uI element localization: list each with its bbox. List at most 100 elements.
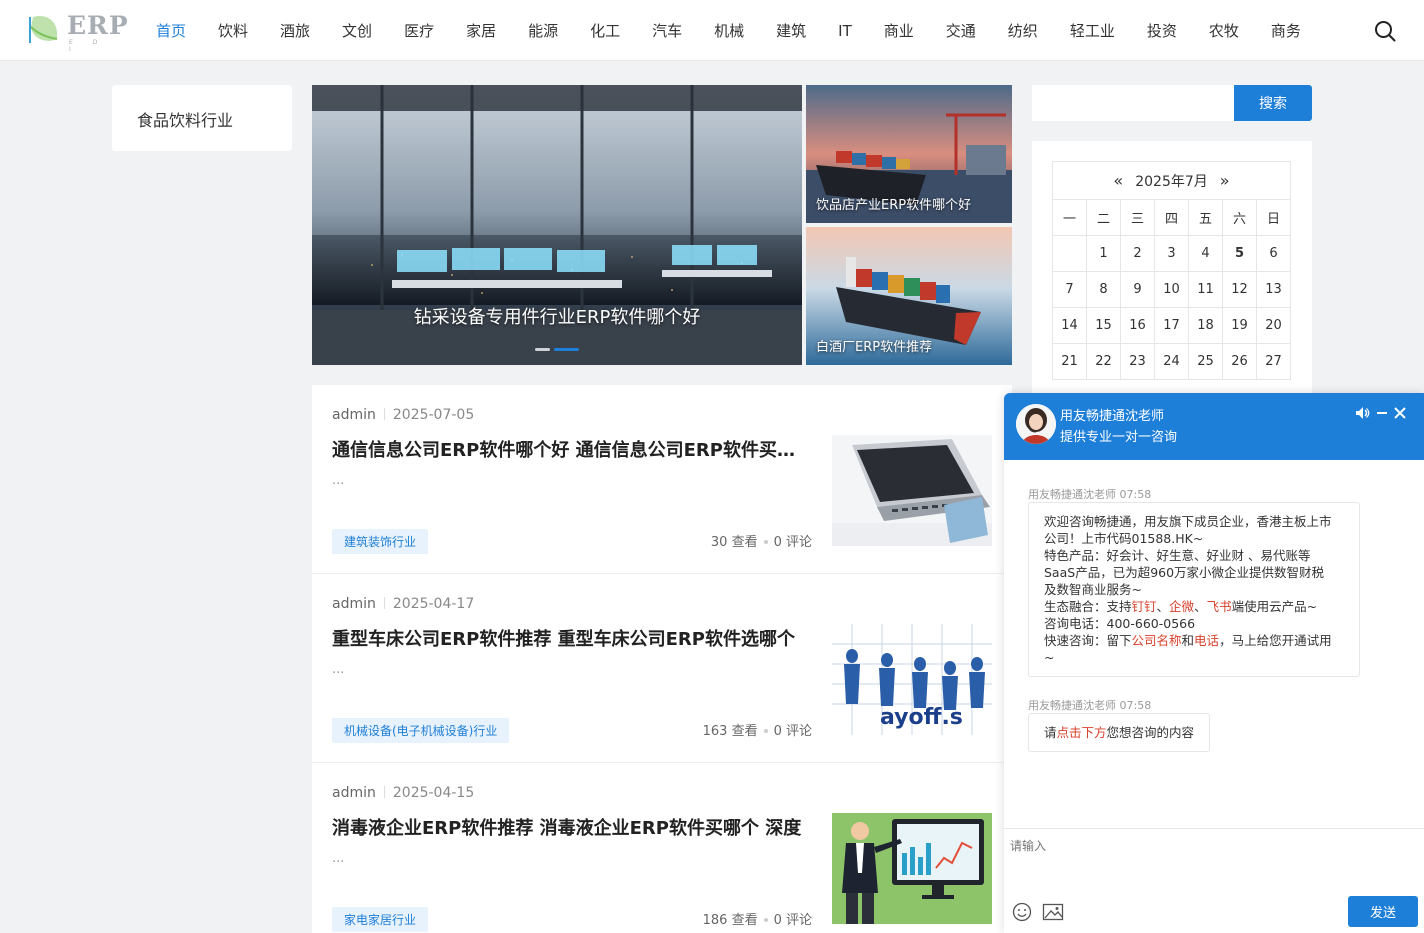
- nav-item-12[interactable]: 商业: [868, 20, 930, 41]
- nav-item-5[interactable]: 家居: [450, 20, 512, 41]
- side-card-1[interactable]: 饮品店产业ERP软件哪个好: [806, 85, 1012, 223]
- message-highlight[interactable]: 钉钉: [1132, 599, 1157, 614]
- calendar-day[interactable]: 18: [1188, 307, 1223, 344]
- post-tag[interactable]: 建筑装饰行业: [332, 529, 429, 554]
- post-thumbnail[interactable]: [832, 813, 992, 924]
- calendar-day[interactable]: 19: [1222, 307, 1257, 344]
- slider-dot-1[interactable]: [535, 348, 550, 351]
- post-author[interactable]: admin: [332, 407, 376, 423]
- nav-item-16[interactable]: 投资: [1131, 20, 1193, 41]
- message-line: 及数智商业服务~: [1044, 581, 1344, 598]
- side-card-2-caption[interactable]: 白酒厂ERP软件推荐: [816, 336, 932, 355]
- calendar-day[interactable]: 11: [1188, 271, 1223, 308]
- emoji-icon[interactable]: [1012, 902, 1032, 922]
- calendar-prev-month[interactable]: «: [1101, 171, 1135, 190]
- nav-item-3[interactable]: 文创: [326, 20, 388, 41]
- logo-subtext: E D I: [69, 39, 107, 53]
- calendar-day[interactable]: 27: [1256, 343, 1291, 380]
- nav-item-7[interactable]: 化工: [574, 20, 636, 41]
- calendar-day[interactable]: 13: [1256, 271, 1291, 308]
- calendar-day[interactable]: 6: [1256, 235, 1291, 272]
- nav-item-9[interactable]: 机械: [698, 20, 760, 41]
- calendar-next-month[interactable]: »: [1208, 171, 1242, 190]
- calendar-day[interactable]: 14: [1052, 307, 1087, 344]
- calendar-day[interactable]: 12: [1222, 271, 1257, 308]
- post-title[interactable]: 消毒液企业ERP软件推荐 消毒液企业ERP软件买哪个 深度: [332, 814, 812, 840]
- nav-item-8[interactable]: 汽车: [636, 20, 698, 41]
- featured-slider[interactable]: 钻采设备专用件行业ERP软件哪个好: [312, 85, 802, 365]
- calendar-day[interactable]: 4: [1188, 235, 1223, 272]
- close-icon[interactable]: [1392, 405, 1408, 421]
- calendar-day[interactable]: 7: [1052, 271, 1087, 308]
- calendar-day[interactable]: 21: [1052, 343, 1087, 380]
- calendar-day[interactable]: 24: [1154, 343, 1189, 380]
- site-logo[interactable]: ERP E D I: [27, 11, 128, 53]
- calendar-day[interactable]: 5: [1222, 235, 1257, 272]
- calendar-day[interactable]: 22: [1086, 343, 1121, 380]
- calendar-day[interactable]: 25: [1188, 343, 1223, 380]
- image-upload-icon[interactable]: [1042, 902, 1064, 922]
- post-title[interactable]: 重型车床公司ERP软件推荐 重型车床公司ERP软件选哪个: [332, 625, 812, 651]
- slider-dot-2-active[interactable]: [554, 348, 579, 351]
- nav-item-18[interactable]: 商务: [1255, 20, 1317, 41]
- calendar-day[interactable]: 23: [1120, 343, 1155, 380]
- chat-message-input[interactable]: [1004, 829, 1424, 889]
- calendar-day[interactable]: 20: [1256, 307, 1291, 344]
- nav-item-2[interactable]: 酒旅: [264, 20, 326, 41]
- calendar-weekday: 二: [1086, 199, 1121, 236]
- calendar-day[interactable]: 17: [1154, 307, 1189, 344]
- post-tag[interactable]: 机械设备(电子机械设备)行业: [332, 718, 510, 743]
- category-box[interactable]: 食品饮料行业: [112, 85, 292, 151]
- calendar-day[interactable]: 15: [1086, 307, 1121, 344]
- calendar-day[interactable]: 1: [1086, 235, 1121, 272]
- calendar-widget: «2025年7月» 一二三四五六日 1 2 3 4 5 6 7 8 9 10 11 12 13 14 15 1…: [1032, 141, 1312, 401]
- post-thumbnail[interactable]: ayoff.s: [832, 624, 992, 735]
- message-line: 欢迎咨询畅捷通，用友旗下成员企业，香港主板上市: [1044, 513, 1344, 530]
- main-nav: 首页 饮料 酒旅 文创 医疗 家居 能源 化工 汽车 机械 建筑 IT 商业 交通 纺织 轻工业 投资 农牧 商务: [140, 0, 1317, 61]
- side-card-1-caption[interactable]: 饮品店产业ERP软件哪个好: [816, 194, 971, 213]
- message-highlight[interactable]: 飞书: [1207, 599, 1232, 614]
- nav-item-14[interactable]: 纺织: [992, 20, 1054, 41]
- message-text: 请: [1044, 725, 1057, 740]
- sidebar-search-input[interactable]: [1032, 85, 1234, 121]
- calendar-day[interactable]: 9: [1120, 271, 1155, 308]
- calendar-day[interactable]: 2: [1120, 235, 1155, 272]
- post-item-1: admin 2025-07-05 通信信息公司ERP软件哪个好 通信信息公司ERP…: [312, 385, 1012, 574]
- side-card-2[interactable]: 白酒厂ERP软件推荐: [806, 227, 1012, 365]
- post-thumbnail[interactable]: [832, 435, 992, 546]
- message-highlight[interactable]: 企微: [1169, 599, 1194, 614]
- slider-caption[interactable]: 钻采设备专用件行业ERP软件哪个好: [312, 303, 802, 329]
- post-author[interactable]: admin: [332, 785, 376, 801]
- calendar-day[interactable]: 3: [1154, 235, 1189, 272]
- post-tag[interactable]: 家电家居行业: [332, 907, 429, 932]
- nav-item-15[interactable]: 轻工业: [1054, 20, 1131, 41]
- nav-item-4[interactable]: 医疗: [388, 20, 450, 41]
- search-icon[interactable]: [1374, 20, 1396, 42]
- nav-item-1[interactable]: 饮料: [202, 20, 264, 41]
- message-text: ，马上给您开通试用: [1219, 633, 1332, 648]
- nav-item-0[interactable]: 首页: [140, 20, 202, 41]
- post-comments[interactable]: 0 评论: [774, 535, 812, 550]
- post-comments[interactable]: 0 评论: [774, 724, 812, 739]
- minimize-icon[interactable]: [1374, 405, 1390, 421]
- calendar-week: 21 22 23 24 25 26 27: [1052, 343, 1291, 380]
- nav-item-10[interactable]: 建筑: [760, 20, 822, 41]
- post-author[interactable]: admin: [332, 596, 376, 612]
- message-highlight[interactable]: 公司名称: [1132, 633, 1182, 648]
- send-button[interactable]: 发送: [1348, 896, 1418, 927]
- nav-item-6[interactable]: 能源: [512, 20, 574, 41]
- message-highlight[interactable]: 电话: [1194, 633, 1219, 648]
- sidebar-search-button[interactable]: 搜索: [1234, 85, 1312, 121]
- calendar-day[interactable]: 10: [1154, 271, 1189, 308]
- post-title[interactable]: 通信信息公司ERP软件哪个好 通信信息公司ERP软件买哪个: [332, 436, 812, 462]
- calendar-day[interactable]: 26: [1222, 343, 1257, 380]
- message-highlight[interactable]: 点击下方: [1057, 725, 1107, 740]
- post-comments[interactable]: 0 评论: [774, 913, 812, 928]
- calendar-day[interactable]: 8: [1086, 271, 1121, 308]
- message-bubble[interactable]: 请点击下方您想咨询的内容: [1028, 713, 1211, 752]
- nav-item-13[interactable]: 交通: [930, 20, 992, 41]
- nav-item-11[interactable]: IT: [822, 22, 868, 40]
- nav-item-17[interactable]: 农牧: [1193, 20, 1255, 41]
- sound-icon[interactable]: [1354, 405, 1370, 421]
- calendar-day[interactable]: 16: [1120, 307, 1155, 344]
